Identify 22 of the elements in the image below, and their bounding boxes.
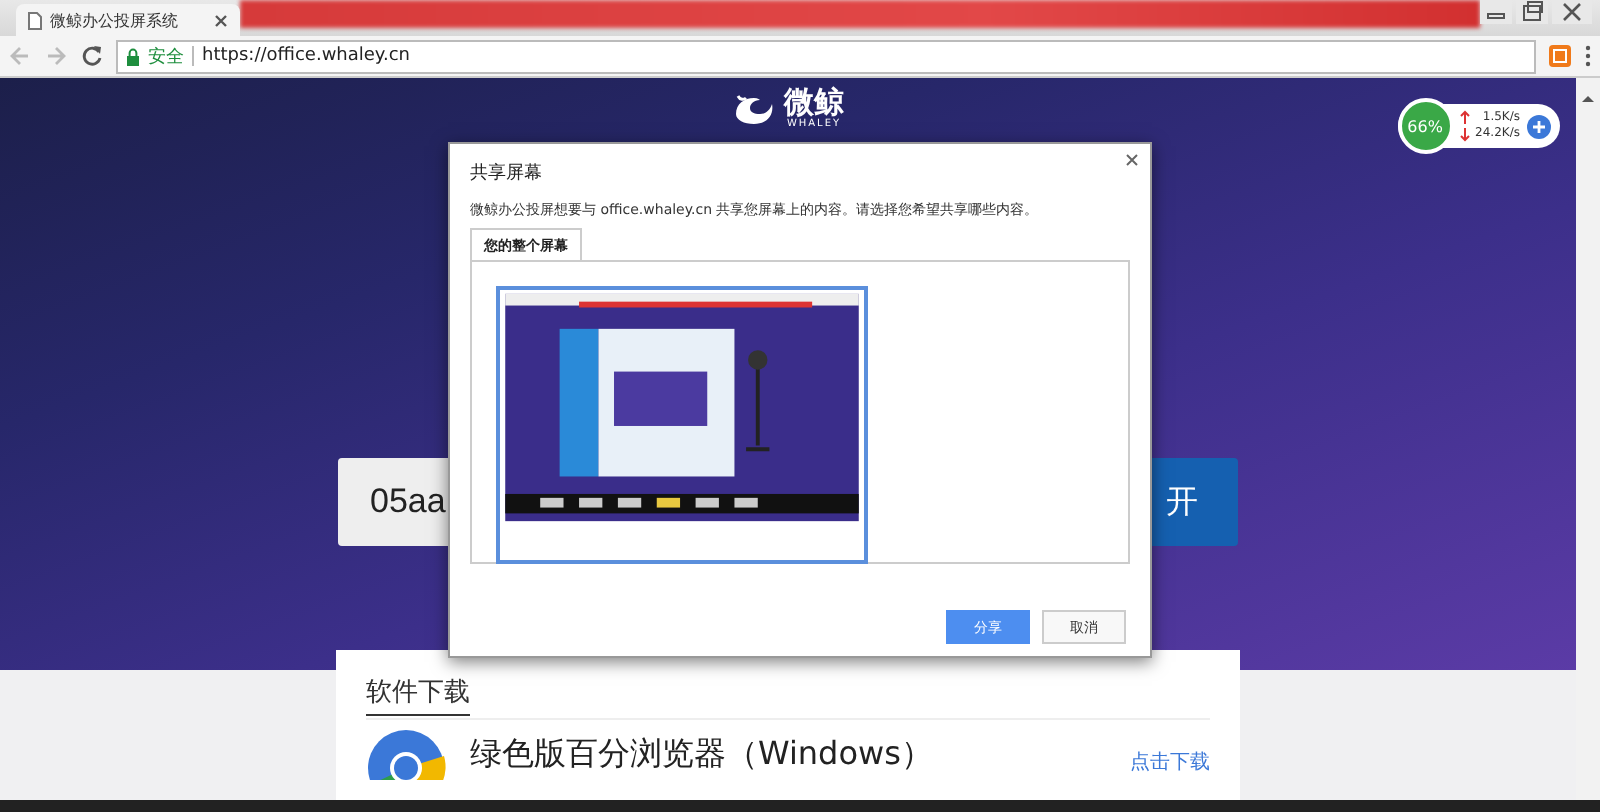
restore-icon[interactable] <box>1516 0 1548 24</box>
address-bar[interactable]: 安全 https://office.whaley.cn <box>116 39 1536 73</box>
download-link[interactable]: 点击下载 <box>1130 748 1210 776</box>
close-icon[interactable] <box>214 13 228 27</box>
up-down-arrows-icon <box>1459 110 1470 142</box>
security-label: 安全 <box>148 45 184 69</box>
card-heading: 软件下载 <box>366 678 470 716</box>
url-text: https://office.whaley.cn <box>202 46 410 66</box>
close-icon[interactable] <box>1126 154 1138 166</box>
extension-icon[interactable] <box>1548 44 1572 68</box>
close-icon[interactable] <box>1552 0 1592 24</box>
logo-text: 微鲸 <box>784 86 844 118</box>
software-name: 绿色版百分浏览器（Windows） <box>470 733 935 775</box>
whale-icon <box>732 90 776 126</box>
screen-thumbnail-drawing[interactable] <box>496 286 868 564</box>
menu-icon[interactable] <box>1584 44 1592 68</box>
browser-tab[interactable]: 微鲸办公投屏系统 <box>16 4 240 36</box>
lock-icon <box>126 47 140 65</box>
dialog-title: 共享屏幕 <box>470 161 544 186</box>
reload-icon[interactable] <box>80 44 104 68</box>
page-icon <box>28 11 42 29</box>
plus-icon[interactable] <box>1526 113 1552 139</box>
